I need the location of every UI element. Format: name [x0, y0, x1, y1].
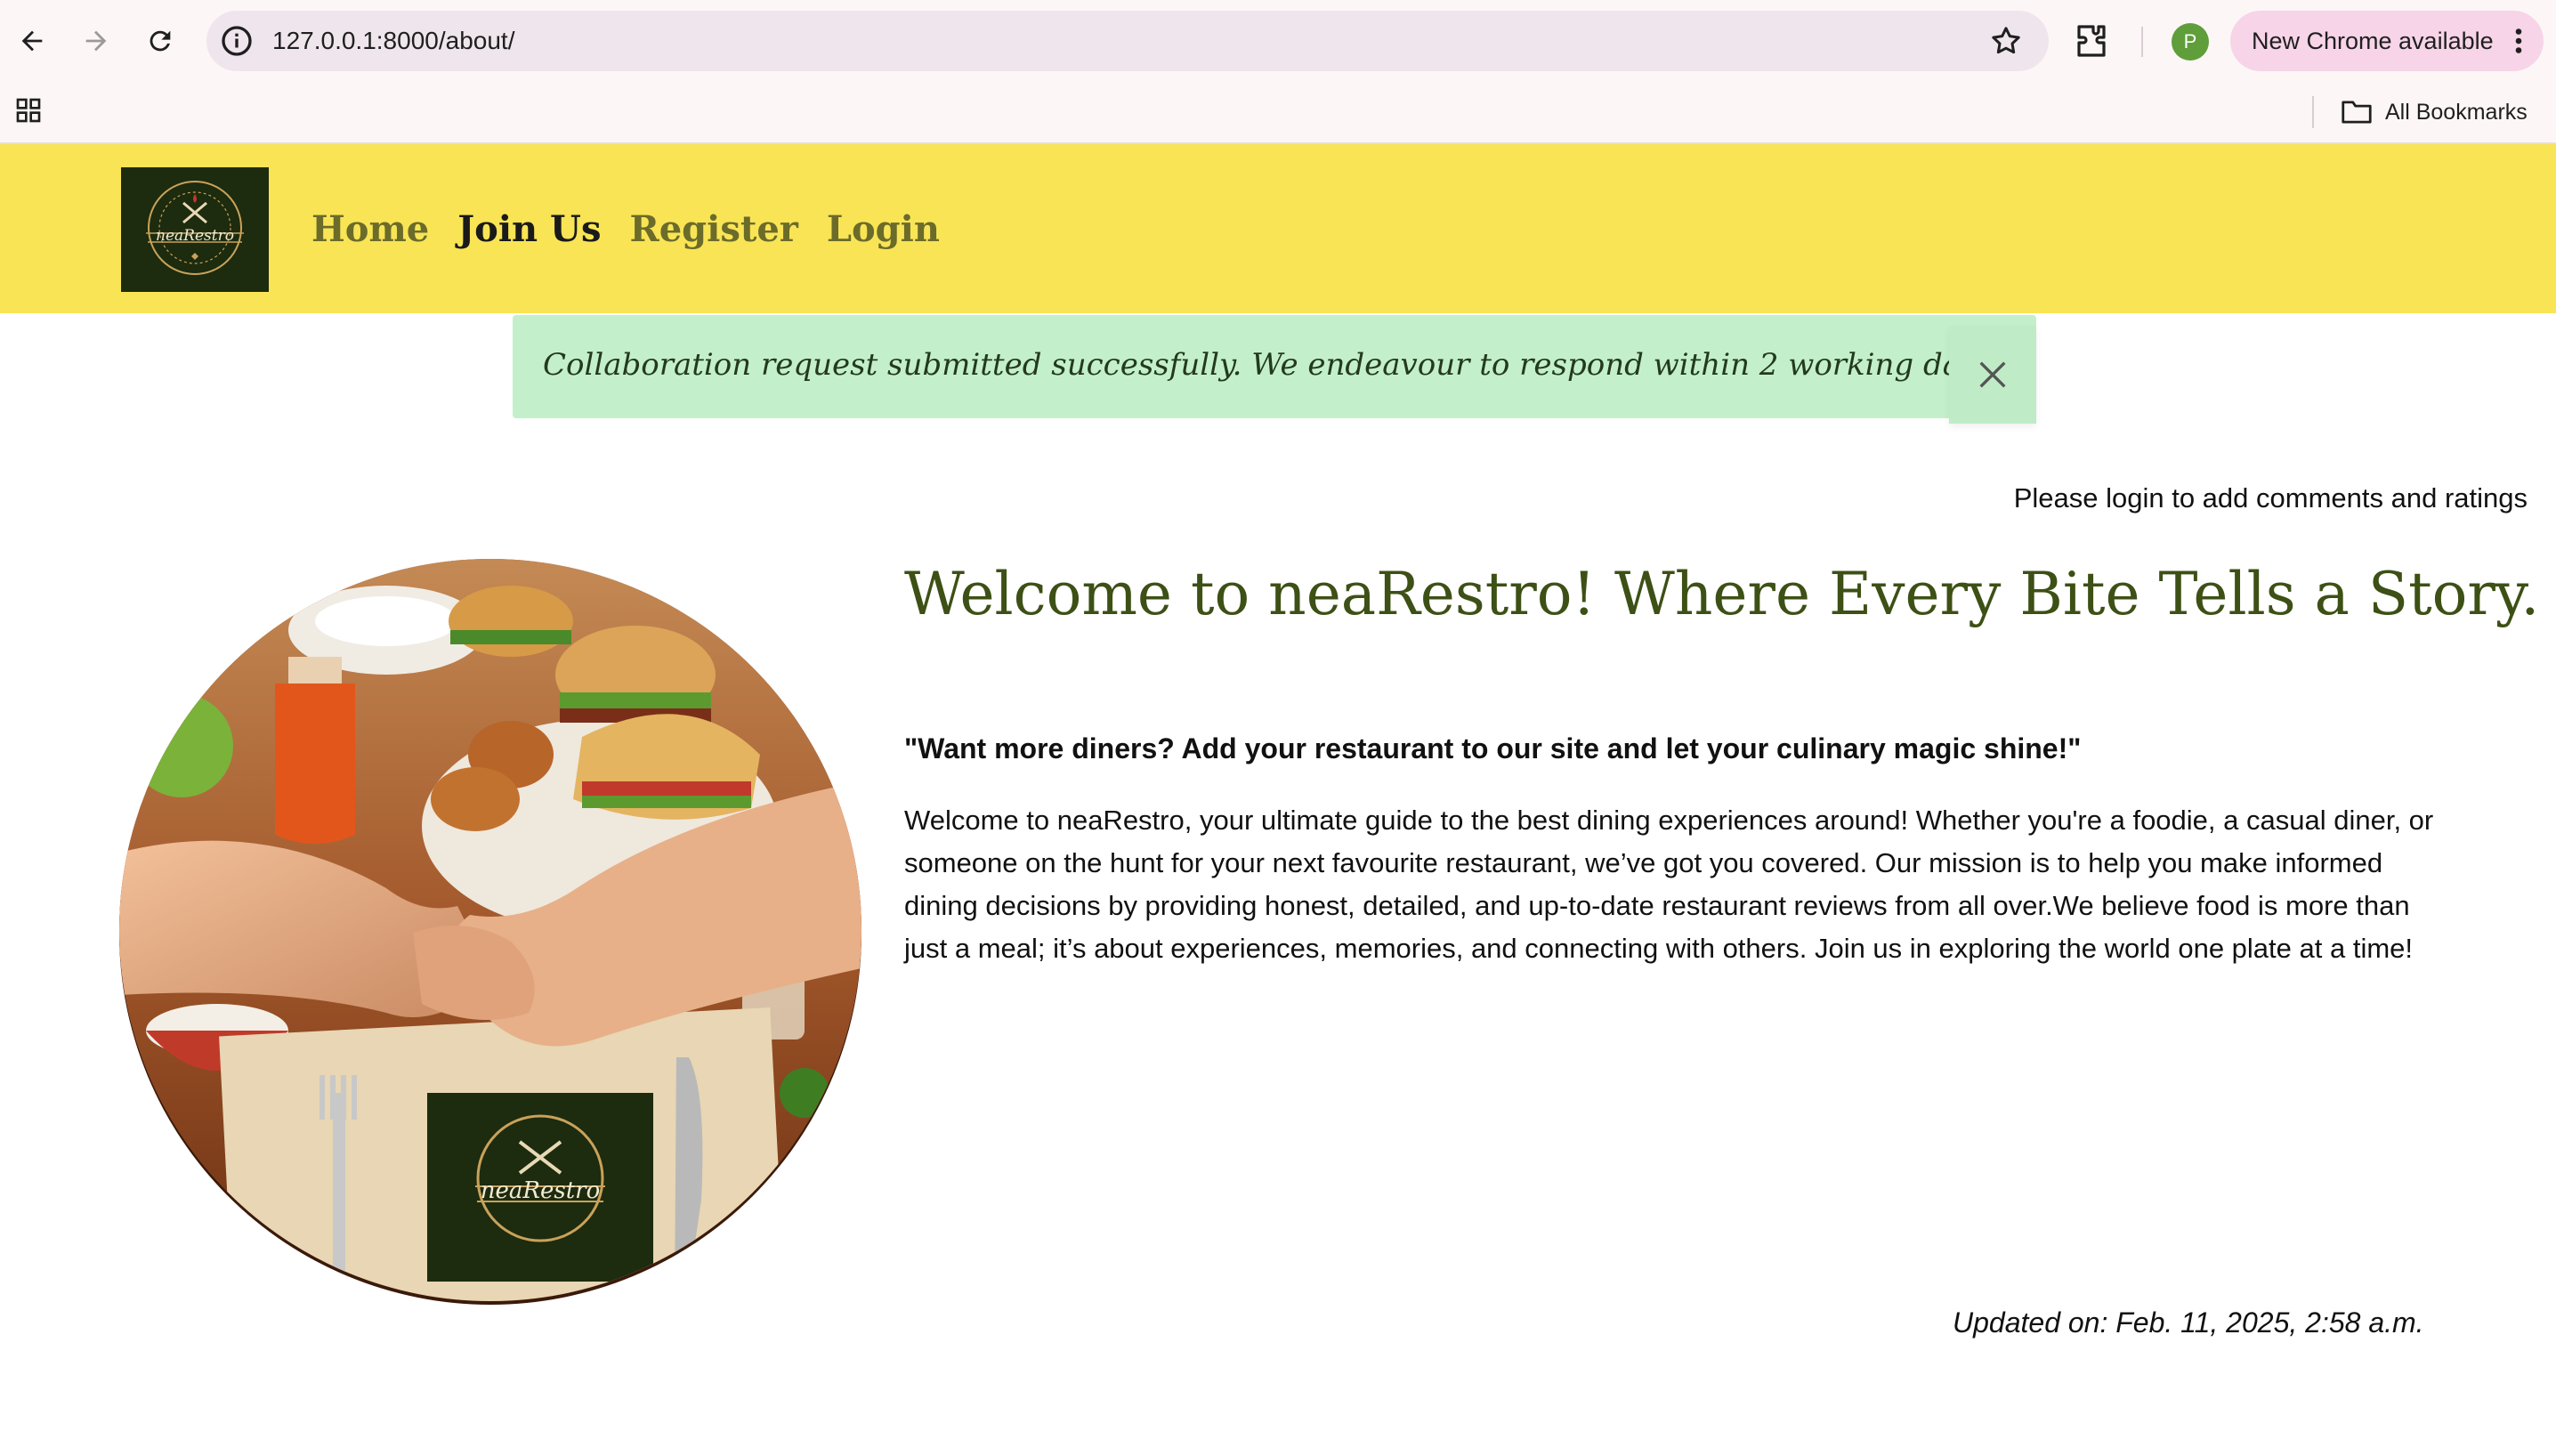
bookmarks-bar: [0, 84, 2556, 144]
chrome-update-label: New Chrome available: [2252, 28, 2494, 54]
back-button[interactable]: [5, 14, 59, 68]
hero-logo-text: neaRestro: [481, 1177, 600, 1204]
handshake-food-illustration: neaRestro: [119, 559, 861, 1301]
site-logo[interactable]: neaRestro: [121, 167, 269, 292]
alert-close-button[interactable]: [1949, 326, 2036, 424]
nav-register-link[interactable]: Register: [629, 203, 797, 256]
about-description: Welcome to neaRestro, your ultimate guid…: [904, 805, 2434, 964]
site-nav: Home Join Us Register Login: [311, 203, 940, 256]
login-prompt: Please login to add comments and ratings: [2013, 482, 2528, 514]
success-alert: Collaboration request submitted successf…: [513, 315, 2036, 424]
chrome-update-button[interactable]: New Chrome available: [2230, 11, 2544, 71]
toolbar-divider: [2141, 27, 2143, 57]
page-title: Welcome to neaRestro! Where Every Bite T…: [904, 560, 2540, 628]
bookmarks-divider: [2312, 96, 2314, 128]
url-text[interactable]: 127.0.0.1:8000/about/: [272, 25, 514, 57]
forward-arrow-icon: [85, 30, 107, 52]
alert-message: Collaboration request submitted successf…: [543, 347, 2003, 383]
nav-login-link[interactable]: Login: [827, 203, 940, 256]
logo-text: neaRestro: [156, 227, 234, 245]
site-info-icon[interactable]: [219, 23, 255, 59]
more-menu-icon[interactable]: [2508, 25, 2529, 57]
updated-timestamp: Updated on: Feb. 11, 2025, 2:58 a.m.: [1953, 1306, 2424, 1339]
extensions-icon[interactable]: [2070, 20, 2113, 62]
hero-image: neaRestro: [119, 559, 861, 1301]
close-icon: [1979, 361, 2006, 388]
logo-emblem-icon: neaRestro: [146, 181, 244, 275]
tagline-quote: "Want more diners? Add your restaurant t…: [904, 732, 2082, 764]
nav-join-us-link[interactable]: Join Us: [457, 203, 601, 256]
address-bar[interactable]: 127.0.0.1:8000/about/: [206, 11, 2049, 71]
all-bookmarks-button[interactable]: All Bookmarks: [2341, 96, 2528, 128]
all-bookmarks-label: All Bookmarks: [2385, 99, 2528, 125]
forward-button[interactable]: [69, 14, 123, 68]
reload-button[interactable]: [133, 14, 187, 68]
apps-grid-icon[interactable]: [14, 96, 43, 125]
reload-icon: [150, 30, 171, 52]
folder-icon: [2342, 101, 2372, 124]
nav-home-link[interactable]: Home: [311, 203, 429, 256]
browser-toolbar: 127.0.0.1:8000/about/ P New Chrome avail…: [0, 0, 2556, 84]
bookmark-star-icon[interactable]: [1988, 23, 2024, 59]
back-arrow-icon: [21, 30, 43, 52]
profile-avatar[interactable]: P: [2172, 23, 2209, 61]
